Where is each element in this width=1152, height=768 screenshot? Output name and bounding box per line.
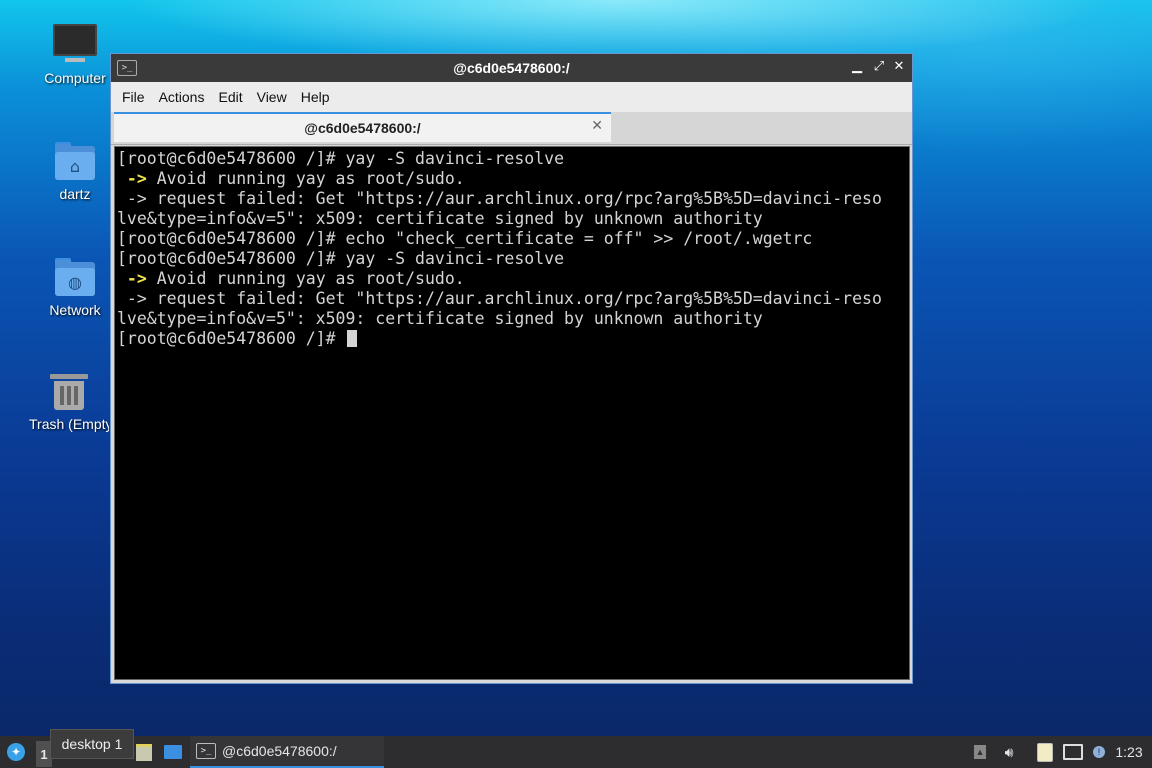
network-label: Network	[49, 302, 101, 318]
notification-button[interactable]: !	[1090, 736, 1108, 768]
window-title: @c6d0e5478600:/	[453, 60, 570, 76]
notification-icon: !	[1093, 746, 1105, 758]
menu-actions[interactable]: Actions	[152, 89, 212, 105]
clipboard-button[interactable]	[1034, 736, 1056, 768]
terminal-line: lve&type=info&v=5": x509: certificate si…	[117, 209, 763, 228]
minimize-button[interactable]: ▁	[848, 58, 866, 76]
maximize-button[interactable]: ⤢	[870, 58, 888, 76]
start-logo-icon: ✦	[7, 743, 25, 761]
network-tray-button[interactable]	[1062, 736, 1084, 768]
terminal-task-icon: >_	[196, 743, 216, 759]
taskbar: ✦ 1 >_ @c6d0e5478600:/ ▲ 🔊︎ ! 1:23	[0, 736, 1152, 768]
terminal-line: -> Avoid running yay as root/sudo.	[117, 169, 465, 188]
terminal-window: >_ @c6d0e5478600:/ ▁ ⤢ ✕ File Actions Ed…	[110, 53, 913, 684]
network-monitor-icon	[1063, 744, 1083, 760]
network-folder-icon: ◍	[55, 258, 95, 296]
trash-icon	[50, 374, 88, 410]
file-manager-launcher[interactable]	[134, 736, 154, 768]
terminal-line: [root@c6d0e5478600 /]# yay -S davinci-re…	[117, 249, 565, 268]
terminal-prompt-line: [root@c6d0e5478600 /]#	[117, 329, 907, 349]
workspace-tooltip: desktop 1	[50, 729, 134, 759]
terminal-task-button[interactable]: >_ @c6d0e5478600:/	[190, 736, 384, 768]
show-desktop-button[interactable]	[162, 736, 184, 768]
volume-button[interactable]: 🔊︎	[998, 736, 1020, 768]
start-menu-button[interactable]: ✦	[4, 736, 28, 768]
terminal-line: -> request failed: Get "https://aur.arch…	[117, 189, 882, 208]
terminal-line: -> Avoid running yay as root/sudo.	[117, 269, 465, 288]
network-desktop-icon[interactable]: ◍ Network	[29, 258, 121, 318]
menu-help[interactable]: Help	[294, 89, 337, 105]
close-button[interactable]: ✕	[890, 58, 908, 76]
terminal-line: -> request failed: Get "https://aur.arch…	[117, 289, 882, 308]
window-titlebar[interactable]: >_ @c6d0e5478600:/ ▁ ⤢ ✕	[111, 54, 912, 82]
terminal-line: [root@c6d0e5478600 /]# echo "check_certi…	[117, 229, 813, 248]
menu-bar: File Actions Edit View Help	[111, 82, 912, 112]
tray-arrow-icon: ▲	[974, 745, 986, 759]
tray-scroll-button[interactable]: ▲	[972, 736, 988, 768]
terminal-task-label: @c6d0e5478600:/	[222, 743, 337, 759]
menu-edit[interactable]: Edit	[211, 89, 249, 105]
terminal-line: lve&type=info&v=5": x509: certificate si…	[117, 309, 763, 328]
home-folder-icon: ⌂	[55, 142, 95, 180]
terminal-output[interactable]: [root@c6d0e5478600 /]# yay -S davinci-re…	[114, 146, 910, 680]
volume-icon: 🔊︎	[1004, 743, 1014, 760]
computer-label: Computer	[44, 70, 106, 86]
file-manager-icon	[136, 743, 152, 761]
tab-close-icon[interactable]: ✕	[591, 118, 603, 134]
menu-view[interactable]: View	[250, 89, 294, 105]
trash-desktop-icon[interactable]: Trash (Empty)	[29, 374, 109, 432]
clock[interactable]: 1:23	[1112, 736, 1146, 768]
menu-file[interactable]: File	[115, 89, 152, 105]
home-folder-desktop-icon[interactable]: ⌂ dartz	[29, 142, 121, 202]
terminal-tab[interactable]: @c6d0e5478600:/ ✕	[114, 112, 611, 142]
terminal-cursor	[347, 330, 358, 347]
computer-desktop-icon[interactable]: Computer	[29, 24, 121, 86]
tab-label: @c6d0e5478600:/	[304, 120, 421, 136]
clipboard-icon	[1037, 742, 1053, 762]
tab-bar: @c6d0e5478600:/ ✕	[111, 112, 912, 145]
trash-label: Trash (Empty)	[29, 416, 109, 432]
computer-icon	[53, 24, 97, 62]
show-desktop-icon	[164, 745, 182, 759]
terminal-line: [root@c6d0e5478600 /]# yay -S davinci-re…	[117, 149, 565, 168]
home-folder-label: dartz	[59, 186, 91, 202]
